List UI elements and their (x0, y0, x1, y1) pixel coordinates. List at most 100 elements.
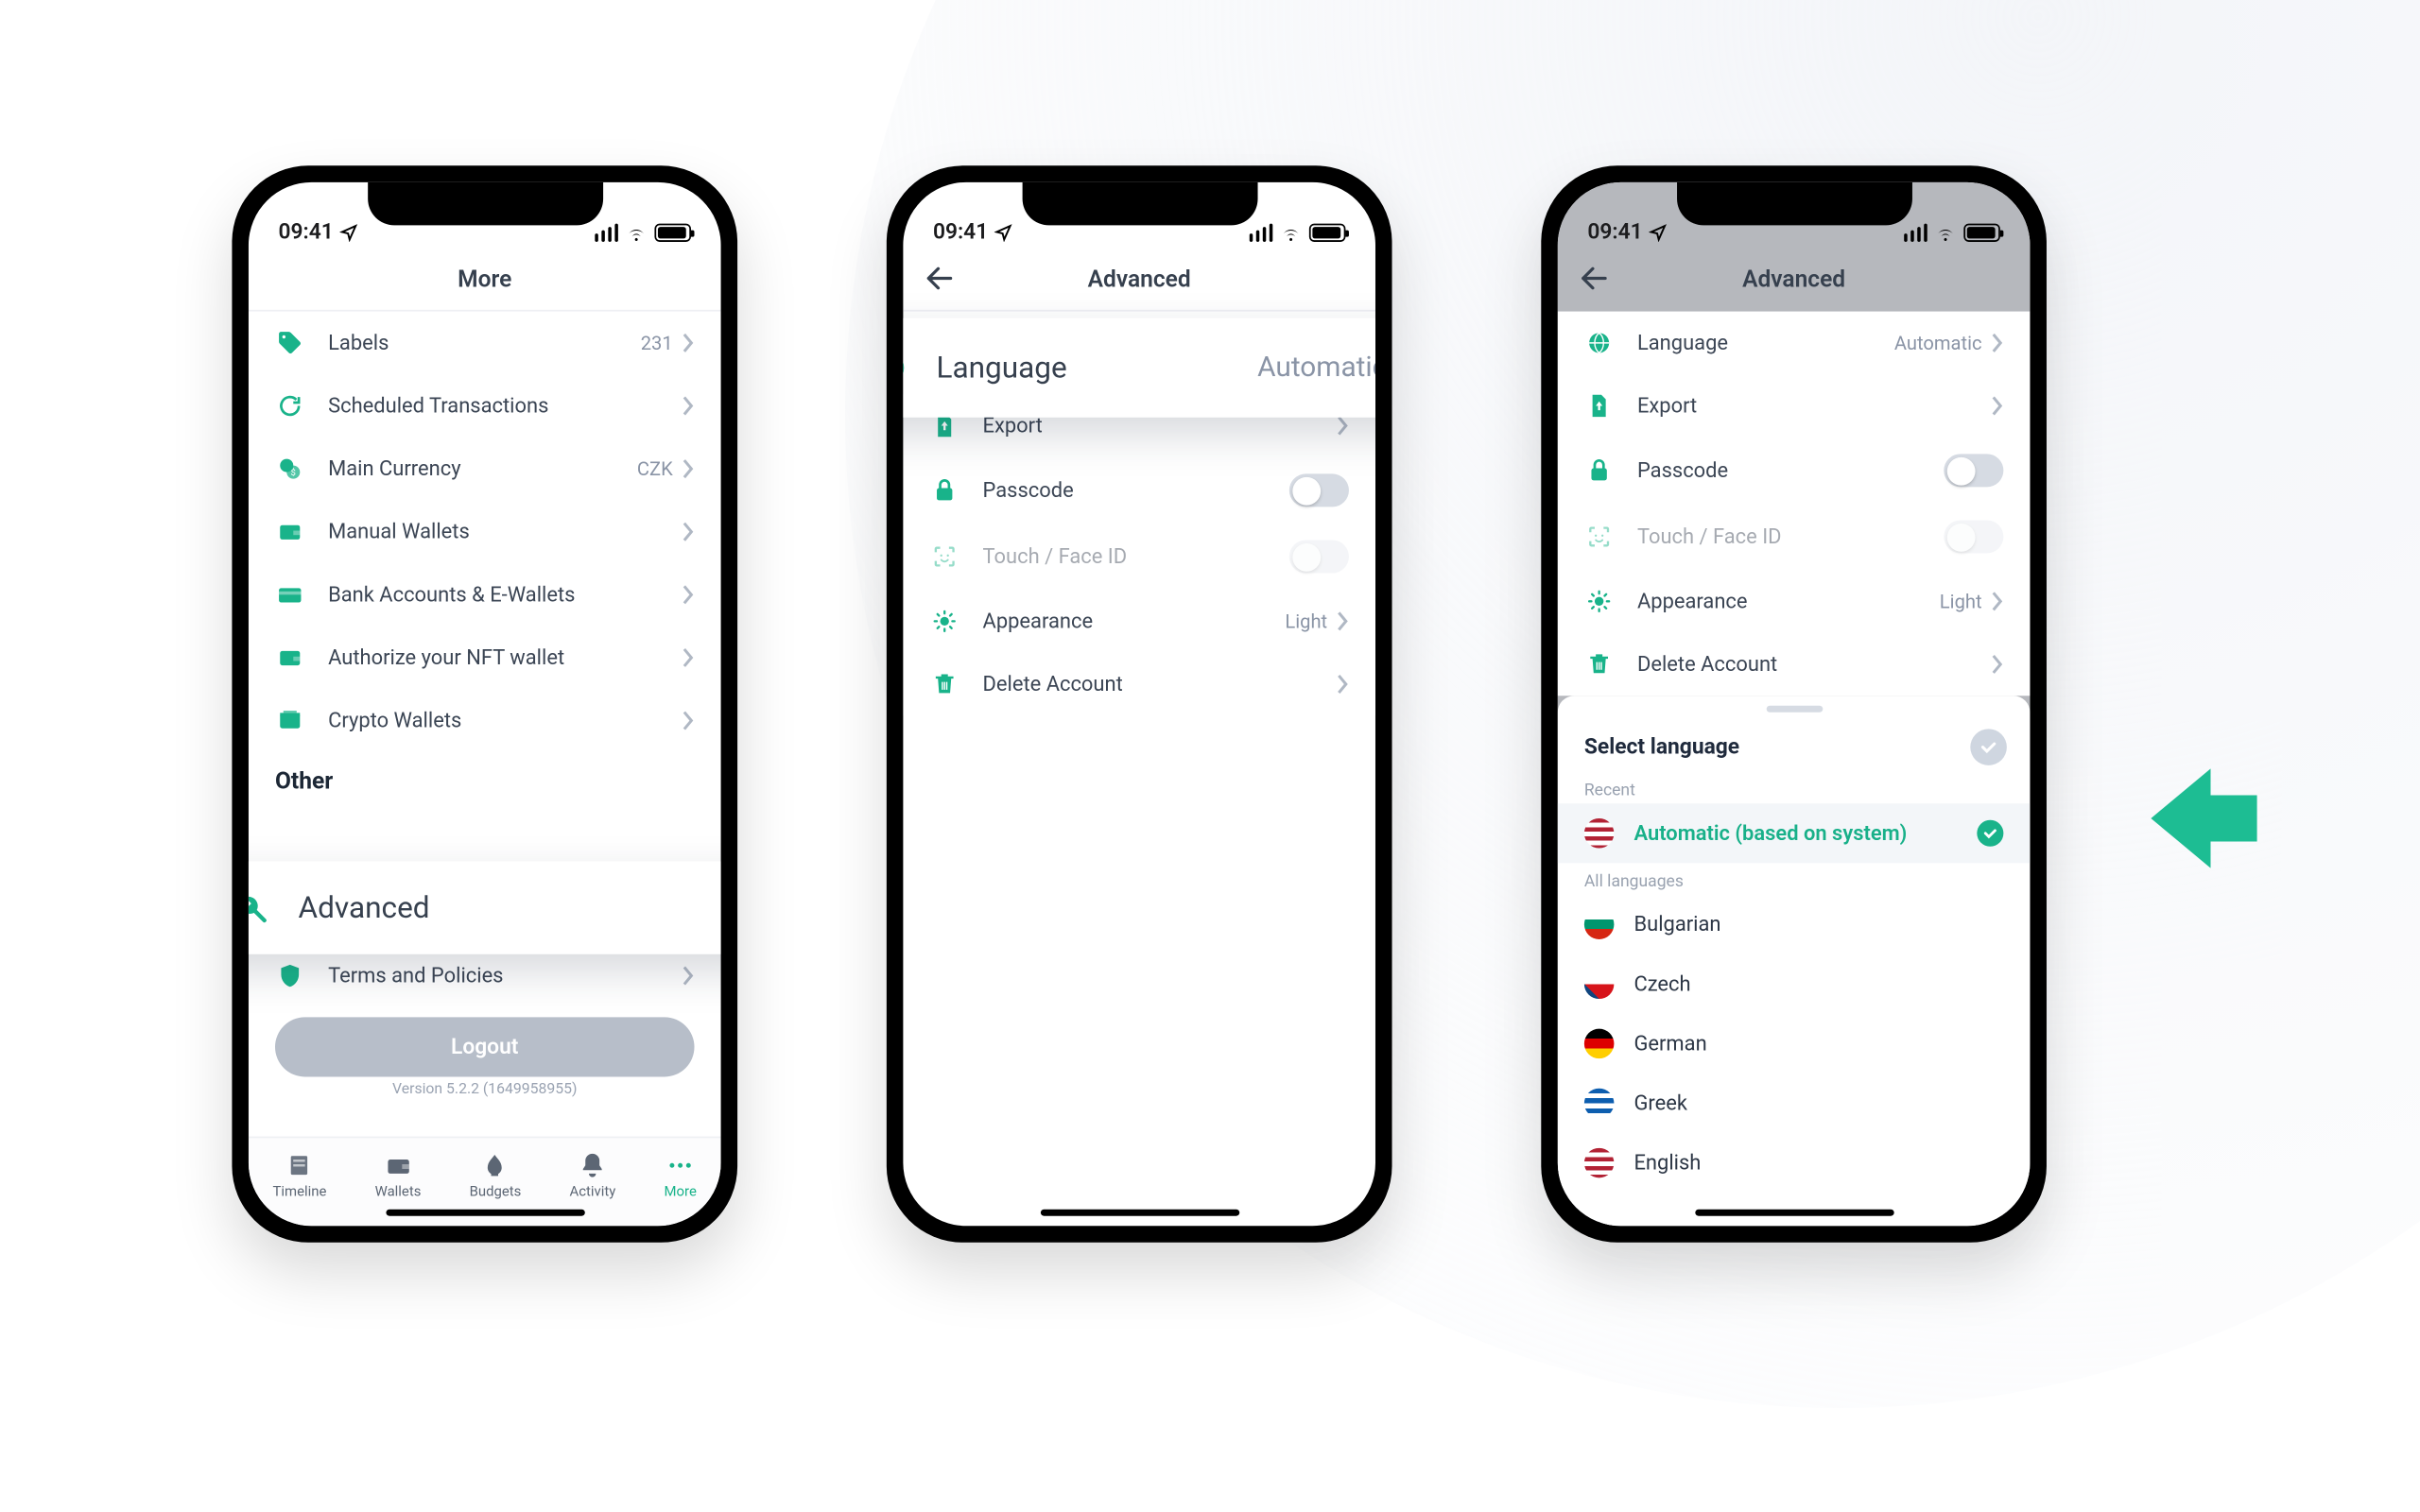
row-label: Crypto Wallets (328, 708, 683, 732)
callout-language-row[interactable]: Language Automatic (903, 318, 1375, 418)
advanced-row: Export (1558, 374, 2031, 438)
phone-language-picker: 09:41 Advanced (1541, 165, 2047, 1242)
tag-icon (275, 328, 305, 358)
settings-row[interactable]: Bank Accounts & E-Wallets (249, 563, 721, 627)
advanced-row: Appearance Light (1558, 570, 2031, 633)
check-icon (1977, 820, 2003, 847)
sheet-confirm-button[interactable] (1970, 729, 2007, 765)
sheet-drag-handle[interactable] (1766, 706, 1823, 713)
globe-icon (1584, 328, 1615, 358)
chevron-right-icon (1992, 333, 2003, 352)
battery-icon (1963, 224, 2000, 242)
language-sheet: Select language Recent Automatic (based … (1558, 696, 2031, 1226)
settings-row[interactable]: Scheduled Transactions (249, 374, 721, 438)
language-option-selected[interactable]: Automatic (based on system) (1558, 803, 2031, 863)
location-icon (340, 224, 358, 242)
language-label: Czech (1634, 971, 1690, 996)
phone-advanced: 09:41 Advanced (887, 165, 1392, 1242)
logout-button[interactable]: Logout (275, 1017, 695, 1076)
settings-row[interactable]: Crypto Wallets (249, 689, 721, 752)
settings-row[interactable]: Manual Wallets (249, 500, 721, 563)
wifi-icon (1279, 224, 1303, 242)
tab-timeline[interactable]: Timeline (273, 1150, 327, 1200)
svg-text:$: $ (291, 468, 296, 478)
language-option[interactable]: Bulgarian (1558, 895, 2031, 954)
chevron-right-icon (683, 585, 694, 605)
back-button[interactable] (1578, 262, 1611, 295)
advanced-row: Touch / Face ID (1558, 504, 2031, 570)
settings-row[interactable]: $ Main Currency CZK (249, 438, 721, 501)
home-indicator (1040, 1210, 1238, 1216)
annotation-arrow-icon (2148, 759, 2264, 868)
refresh-icon (275, 391, 305, 421)
advanced-row[interactable]: Touch / Face ID (903, 524, 1375, 590)
chevron-right-icon (683, 333, 694, 352)
callout-label: Advanced (299, 890, 721, 925)
faceid-icon (929, 541, 959, 572)
sheet-title: Select language (1584, 734, 1739, 759)
language-option[interactable]: English (1558, 1133, 2031, 1193)
language-option[interactable]: German (1558, 1014, 2031, 1074)
page-title: Advanced (1742, 266, 1845, 292)
advanced-list-dimmed: Language Automatic Export Passcode Touch… (1558, 312, 2031, 696)
tab-wallets[interactable]: Wallets (375, 1150, 422, 1200)
toggle[interactable] (1289, 540, 1349, 573)
globe-icon (903, 341, 909, 394)
cellular-signal-icon (1249, 224, 1272, 242)
callout-advanced-row[interactable]: Advanced (249, 862, 721, 954)
callout-value: Automatic (1257, 352, 1375, 385)
toggle[interactable] (1289, 473, 1349, 507)
row-label: Manual Wallets (328, 520, 683, 544)
chevron-right-icon (683, 396, 694, 416)
row-label: Passcode (983, 478, 1289, 503)
settings-row[interactable]: Labels 231 (249, 312, 721, 375)
row-label: Bank Accounts & E-Wallets (328, 582, 683, 607)
back-button[interactable] (923, 262, 956, 295)
shield-icon (275, 961, 305, 991)
lock-icon (929, 475, 959, 506)
lock-icon (1584, 455, 1615, 486)
wifi-icon (625, 224, 648, 242)
tab-activity[interactable]: Activity (570, 1150, 616, 1200)
advanced-row: Passcode (1558, 438, 2031, 504)
chevron-right-icon (683, 966, 694, 986)
callout-label: Language (936, 351, 1257, 386)
advanced-row[interactable]: Appearance Light (903, 590, 1375, 653)
version-text: Version 5.2.2 (1649958955) (249, 1082, 721, 1099)
advanced-row[interactable]: Delete Account (903, 653, 1375, 716)
row-value: CZK (637, 457, 673, 481)
chevron-right-icon (1992, 592, 2003, 611)
cellular-signal-icon (1903, 224, 1927, 242)
row-label: Appearance (1637, 589, 1940, 613)
toggle[interactable] (1944, 454, 2003, 487)
device-notch (1676, 182, 1911, 226)
tab-more[interactable]: More (665, 1150, 697, 1200)
chevron-right-icon (683, 459, 694, 479)
device-notch (1022, 182, 1257, 226)
nav-header: Advanced (1558, 249, 2031, 312)
row-label: Passcode (1637, 458, 1944, 483)
appearance-icon (929, 607, 959, 637)
tab-budgets[interactable]: Budgets (470, 1150, 522, 1200)
language-option[interactable]: Greek (1558, 1074, 2031, 1133)
section-other: Other (249, 752, 721, 802)
tab-label: Wallets (375, 1184, 422, 1201)
sheet-all-label: All languages (1558, 863, 2031, 894)
tab-label: More (665, 1184, 697, 1201)
chevron-right-icon (1338, 674, 1349, 694)
language-option[interactable]: Czech (1558, 954, 2031, 1014)
battery-icon (654, 224, 691, 242)
cellular-signal-icon (594, 224, 617, 242)
settings-row[interactable]: Authorize your NFT wallet (249, 627, 721, 690)
toggle[interactable] (1944, 520, 2003, 553)
language-label: English (1634, 1150, 1701, 1175)
language-label: Greek (1634, 1091, 1687, 1115)
row-label: Export (1637, 393, 1992, 418)
row-label: Delete Account (1637, 652, 1992, 677)
advanced-row[interactable]: Passcode (903, 457, 1375, 524)
tab-label: Timeline (273, 1184, 327, 1201)
chevron-right-icon (683, 711, 694, 730)
chevron-right-icon (1992, 396, 2003, 416)
location-icon (994, 224, 1012, 242)
nav-header: More (249, 249, 721, 312)
